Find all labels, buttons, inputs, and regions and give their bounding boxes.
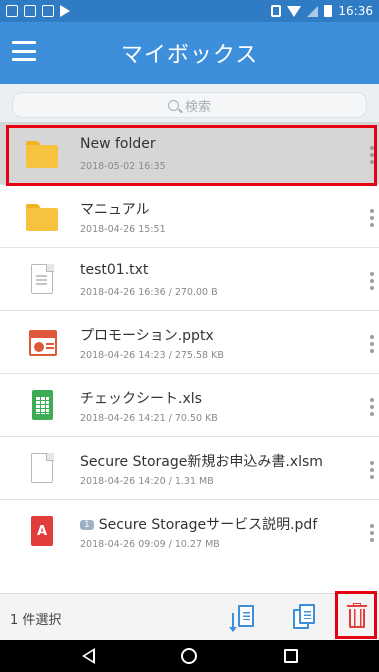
search-placeholder: 検索 (184, 99, 211, 115)
more-vert-icon[interactable] (370, 398, 374, 416)
file-name-with-badge: 1 Secure Storageサービス説明.pdf (80, 514, 317, 534)
more-vert-icon[interactable] (370, 272, 374, 290)
selection-count: 1 件選択 (10, 613, 62, 628)
selection-toolbar: 1 件選択 (0, 593, 379, 640)
pptx-file-icon (26, 327, 58, 359)
list-item[interactable]: test01.txt 2018-04-26 16:36 / 270.00 B (0, 248, 379, 311)
file-meta: 2018-04-26 14:23 / 275.58 KB (80, 350, 224, 361)
folder-icon (26, 201, 58, 233)
file-name: プロモーション.pptx (80, 328, 214, 344)
nav-home-icon[interactable] (181, 648, 197, 664)
vibrate-icon (271, 5, 282, 17)
file-icon (26, 452, 58, 485)
list-item[interactable]: プロモーション.pptx 2018-04-26 14:23 / 275.58 K… (0, 311, 379, 374)
nav-recent-icon[interactable] (284, 649, 298, 663)
more-vert-icon[interactable] (370, 461, 374, 479)
file-meta: 2018-04-26 15:51 (80, 224, 166, 235)
file-meta: 2018-04-26 14:21 / 70.50 KB (80, 413, 218, 424)
copy-button[interactable] (290, 603, 320, 633)
file-meta: 2018-04-26 09:09 / 10.27 MB (80, 539, 220, 550)
file-meta: 2018-05-02 16:35 (80, 161, 166, 172)
system-icons: 16:36 (271, 4, 373, 18)
search-icon (167, 99, 179, 111)
file-name: New folder (80, 136, 156, 152)
play-store-icon (60, 5, 70, 17)
notification-icons (6, 5, 70, 17)
list-item[interactable]: チェックシート.xls 2018-04-26 14:21 / 70.50 KB (0, 374, 379, 437)
delete-button[interactable] (335, 591, 377, 639)
system-navigation-bar (0, 640, 379, 672)
file-list: New folder 2018-05-02 16:35 マニュアル 2018-0… (0, 122, 379, 563)
file-name: マニュアル (80, 202, 150, 218)
app-bar: マイボックス (0, 22, 379, 84)
file-meta: 2018-04-26 14:20 / 1.31 MB (80, 476, 214, 487)
search-input[interactable]: 検索 (12, 92, 367, 118)
xls-file-icon (26, 390, 58, 422)
page-title: マイボックス (120, 43, 259, 68)
menu-icon[interactable] (12, 41, 36, 61)
file-meta: 2018-04-26 16:36 / 270.00 B (80, 287, 218, 298)
file-name: チェックシート.xls (80, 391, 202, 407)
file-name: Secure Storageサービス説明.pdf (98, 517, 318, 533)
more-vert-icon[interactable] (370, 209, 374, 227)
list-item[interactable]: A 1 Secure Storageサービス説明.pdf 2018-04-26 0… (0, 500, 379, 563)
status-time: 16:36 (338, 4, 373, 18)
notification-icon (6, 5, 18, 17)
file-name: Secure Storage新規お申込み書.xlsm (80, 454, 323, 470)
file-name: test01.txt (80, 262, 149, 278)
move-icon (229, 613, 237, 632)
more-vert-icon[interactable] (370, 335, 374, 353)
pdf-file-icon: A (26, 516, 58, 548)
search-area: 検索 (0, 84, 379, 122)
folder-icon (26, 138, 58, 170)
version-badge: 1 (80, 520, 94, 530)
more-vert-icon[interactable] (370, 146, 374, 164)
trash-icon (347, 603, 367, 629)
status-bar: 16:36 (0, 0, 379, 22)
battery-icon (324, 5, 333, 17)
list-item[interactable]: マニュアル 2018-04-26 15:51 (0, 185, 379, 248)
move-button[interactable] (229, 603, 260, 633)
list-item[interactable]: New folder 2018-05-02 16:35 (0, 122, 379, 185)
image-icon (42, 5, 54, 17)
signal-icon (307, 5, 319, 17)
wifi-icon (287, 5, 302, 17)
more-vert-icon[interactable] (370, 524, 374, 542)
text-file-icon (26, 263, 58, 296)
nav-back-icon[interactable] (82, 648, 95, 664)
list-item[interactable]: Secure Storage新規お申込み書.xlsm 2018-04-26 14… (0, 437, 379, 500)
sim-icon (24, 5, 36, 17)
